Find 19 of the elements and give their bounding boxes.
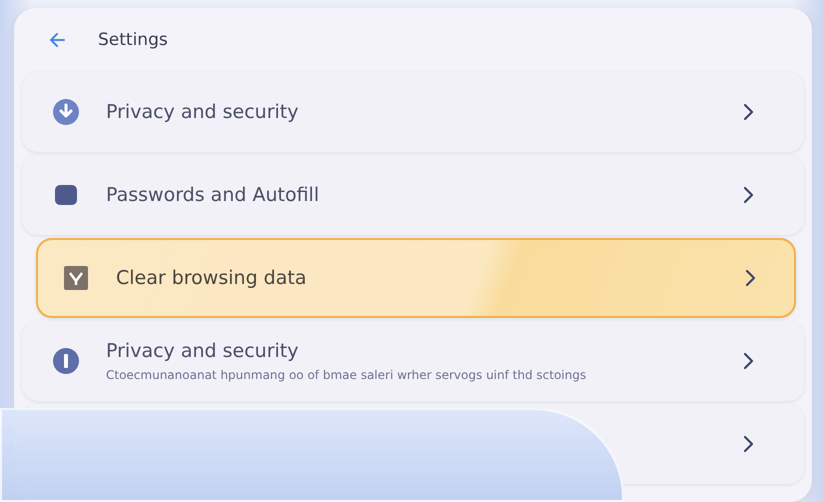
chevron-right-icon bbox=[742, 186, 754, 204]
settings-item[interactable]: Privacy and security bbox=[22, 72, 804, 152]
info-icon bbox=[52, 347, 80, 375]
chevron-right-icon bbox=[742, 352, 754, 370]
item-label: Passwords and Autofill bbox=[106, 184, 320, 206]
back-arrow-icon[interactable] bbox=[48, 30, 68, 50]
item-label: Privacy and security bbox=[106, 340, 300, 362]
download-icon bbox=[52, 98, 80, 126]
item-label: Clear browsing data bbox=[116, 267, 308, 289]
chevron-right-icon bbox=[742, 435, 754, 453]
settings-item[interactable]: Clear browsing data bbox=[36, 238, 796, 318]
chevron-right-icon bbox=[744, 269, 756, 287]
page-title: Settings bbox=[98, 30, 168, 50]
chevron-right-icon bbox=[742, 103, 754, 121]
settings-item[interactable]: Passwords and Autofill bbox=[22, 155, 804, 235]
item-label: Privacy and security bbox=[106, 101, 300, 123]
checkbox-icon bbox=[62, 264, 90, 292]
item-description: Ctoecmunanoanat hpunmang oo of bmae saleri wrher servogs uinf thd sctoings bbox=[106, 368, 588, 382]
settings-item[interactable]: Privacy and security Ctoecmunanoanat hpunmang oo of bmae saleri wrher servogs uinf thd sctoings bbox=[22, 321, 804, 401]
